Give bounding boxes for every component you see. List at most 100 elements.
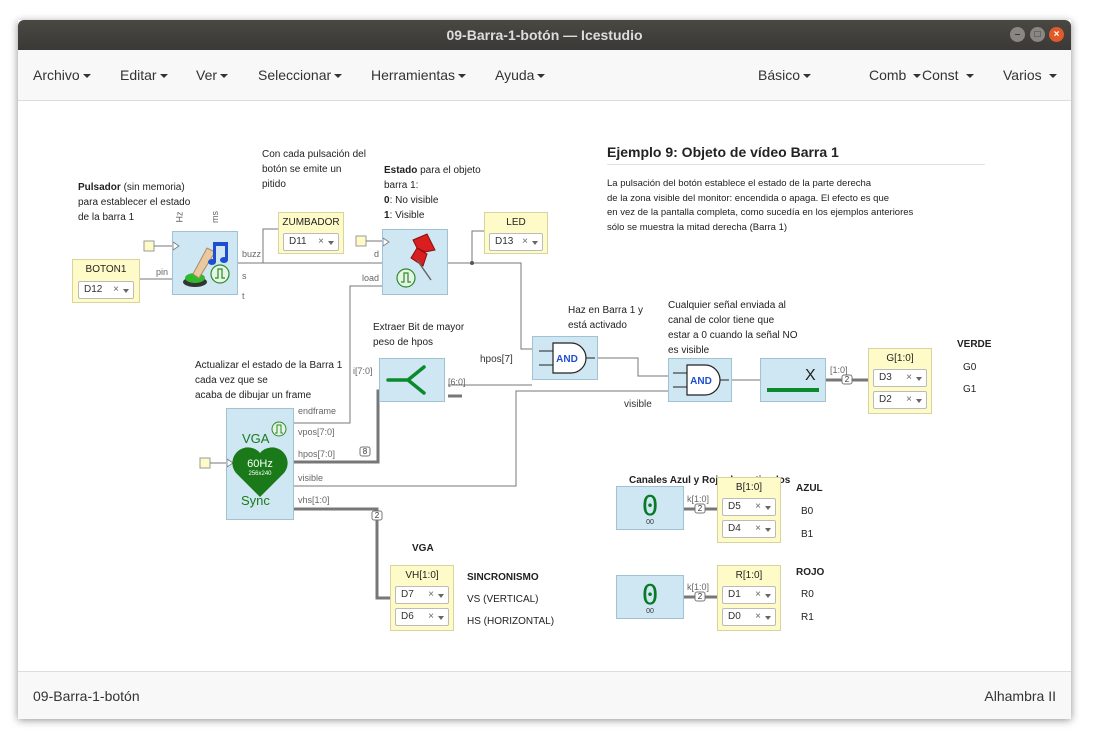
- menu-editar[interactable]: Editar: [120, 67, 168, 83]
- note-bold: Pulsador: [78, 182, 121, 193]
- io-zumbador[interactable]: ZUMBADOR D11 ×: [278, 212, 344, 254]
- chevron-down-icon: [159, 74, 168, 79]
- note-zumbador: Con cada pulsación del botón se emite un…: [262, 147, 366, 192]
- menu-herramientas[interactable]: Herramientas: [371, 67, 467, 83]
- pin-value: D4: [728, 523, 741, 534]
- description-line: de la zona visible del monitor: encendid…: [607, 192, 890, 204]
- and-gate-2[interactable]: AND: [668, 358, 732, 402]
- const-b[interactable]: 0 00: [616, 486, 684, 530]
- note-text: cada vez que se: [195, 375, 268, 386]
- clear-icon[interactable]: ×: [755, 611, 761, 622]
- and-label: AND: [556, 354, 578, 365]
- wire-led[interactable]: [448, 230, 484, 264]
- chevron-down-icon: [916, 377, 922, 381]
- pin-select[interactable]: D12 ×: [78, 281, 134, 299]
- note-bold: Estado: [384, 165, 418, 176]
- block-split[interactable]: [379, 358, 445, 402]
- clock-input[interactable]: [199, 457, 211, 469]
- and-label: AND: [690, 376, 712, 387]
- pin-value: D13: [495, 236, 514, 247]
- menu-varios[interactable]: Varios: [1003, 67, 1057, 83]
- pin-select[interactable]: D13 ×: [489, 233, 543, 251]
- description-line: en vez de la pantalla completa, como suc…: [607, 207, 914, 218]
- chevron-down-icon: [916, 399, 922, 403]
- block-x[interactable]: X: [760, 358, 826, 402]
- bus-size-label: 2: [698, 504, 703, 513]
- io-g[interactable]: G[1:0] D3 × D2 ×: [868, 348, 932, 414]
- footer-board-name[interactable]: Alhambra II: [984, 688, 1056, 704]
- chevron-down-icon: [82, 74, 91, 79]
- chevron-down-icon: [220, 74, 229, 79]
- note-actualizar: Actualizar el estado de la Barra 1 cada …: [195, 358, 342, 403]
- pin-value: D7: [401, 589, 414, 600]
- wire-state-and[interactable]: [472, 262, 532, 350]
- const-r[interactable]: 0 00: [616, 575, 684, 619]
- pin-select[interactable]: D11 ×: [283, 233, 339, 251]
- pin-select[interactable]: D3 ×: [873, 369, 927, 387]
- bus-vhs[interactable]: [294, 507, 390, 600]
- chevron-down-icon: [765, 528, 771, 532]
- port-k: k[1:0]: [687, 582, 710, 592]
- label-r1: R1: [801, 612, 814, 623]
- clock-input[interactable]: [143, 240, 155, 252]
- maximize-button[interactable]: □: [1030, 27, 1045, 42]
- menu-archivo[interactable]: Archivo: [33, 67, 91, 83]
- pin-select[interactable]: D1 ×: [722, 586, 776, 604]
- clear-icon[interactable]: ×: [906, 372, 912, 383]
- clear-icon[interactable]: ×: [113, 284, 119, 295]
- menu-const[interactable]: Const: [922, 67, 974, 83]
- clear-icon[interactable]: ×: [755, 501, 761, 512]
- label-g1: G1: [963, 384, 977, 395]
- chevron-down-icon: [123, 289, 129, 293]
- clock-input[interactable]: [355, 235, 367, 247]
- chevron-down-icon: [765, 616, 771, 620]
- chevron-down-icon: [438, 616, 444, 620]
- block-pulsador[interactable]: [172, 231, 238, 295]
- clear-icon[interactable]: ×: [522, 236, 528, 247]
- window-title: 09-Barra-1-botón — Icestudio: [446, 27, 643, 43]
- green-line: [767, 388, 819, 392]
- pin-select[interactable]: D0 ×: [722, 608, 776, 626]
- pin-select[interactable]: D7 ×: [395, 586, 449, 604]
- and-gate-icon: AND: [673, 364, 729, 396]
- close-button[interactable]: ×: [1049, 27, 1064, 42]
- circuit-canvas[interactable]: 8 2 2 2 2 Ejemplo 9: Objeto de vídeo Bar…: [18, 101, 1071, 671]
- and-gate-1[interactable]: AND: [532, 336, 598, 380]
- pushpin-icon: [383, 233, 436, 288]
- bus-size-label: 8: [363, 447, 368, 456]
- port-buzz: buzz: [242, 249, 262, 259]
- menu-ayuda[interactable]: Ayuda: [495, 67, 546, 83]
- clear-icon[interactable]: ×: [755, 589, 761, 600]
- clear-icon[interactable]: ×: [755, 523, 761, 534]
- pin-select[interactable]: D6 ×: [395, 608, 449, 626]
- io-r[interactable]: R[1:0] D1 × D0 ×: [717, 565, 781, 631]
- menu-ver[interactable]: Ver: [196, 67, 229, 83]
- pin-select[interactable]: D4 ×: [722, 520, 776, 538]
- clear-icon[interactable]: ×: [906, 394, 912, 405]
- menu-comb[interactable]: Comb: [869, 67, 922, 83]
- pin-select[interactable]: D5 ×: [722, 498, 776, 516]
- clear-icon[interactable]: ×: [318, 236, 324, 247]
- clear-icon[interactable]: ×: [428, 589, 434, 600]
- io-b[interactable]: B[1:0] D5 × D4 ×: [717, 477, 781, 543]
- menu-label: Básico: [758, 67, 801, 83]
- minimize-button[interactable]: –: [1010, 27, 1025, 42]
- note-extraer: Extraer Bit de mayor peso de hpos: [373, 320, 464, 350]
- menu-seleccionar[interactable]: Seleccionar: [258, 67, 343, 83]
- chevron-down-icon: [1048, 74, 1057, 79]
- io-label: BOTON1: [85, 264, 127, 275]
- clear-icon[interactable]: ×: [428, 611, 434, 622]
- block-vga-sync[interactable]: VGA 60Hz 256x240 Sync: [226, 408, 294, 520]
- block-estado[interactable]: [382, 229, 448, 295]
- note-text: es visible: [668, 345, 710, 356]
- io-boton1[interactable]: BOTON1 D12 ×: [72, 259, 140, 303]
- io-vh[interactable]: VH[1:0] D7 × D6 ×: [390, 565, 454, 631]
- pin-select[interactable]: D2 ×: [873, 391, 927, 409]
- note-text: pitido: [262, 179, 286, 190]
- io-led[interactable]: LED D13 ×: [484, 212, 548, 254]
- menu-label: Seleccionar: [258, 67, 332, 83]
- note-text: botón se emite un: [262, 164, 342, 175]
- menu-basico[interactable]: Básico: [758, 67, 812, 83]
- bus-size-label: 2: [845, 375, 850, 384]
- wire-and-and[interactable]: [598, 357, 668, 377]
